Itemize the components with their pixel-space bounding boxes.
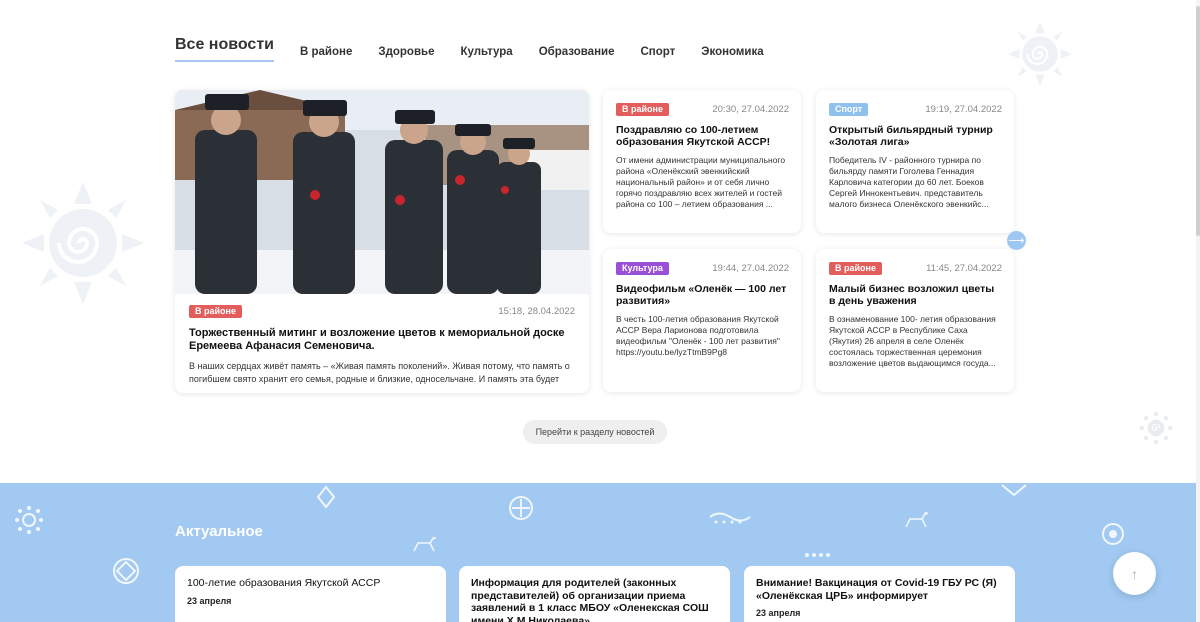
news-excerpt: Победитель IV - районного турнира по бил… [829,155,989,209]
ornament-icon [509,496,533,520]
news-card[interactable]: Спорт 19:19, 27.04.2022 Открытый бильярд… [816,90,1014,233]
scrollbar-thumb[interactable] [1196,6,1200,236]
actual-card-date: 23 апреля [187,595,232,606]
actual-card-title[interactable]: Внимание! Вакцинация от Covid-19 ГБУ РС … [756,577,1003,602]
news-date: 19:19, 27.04.2022 [925,103,1002,115]
sun-ornament-icon [1139,411,1173,445]
arrow-right-icon: ⟶ [1008,235,1025,247]
news-title[interactable]: Торжественный митинг и возложение цветов… [189,327,575,353]
news-date: 15:18, 28.04.2022 [498,305,575,317]
news-card[interactable]: В районе 11:45, 27.04.2022 Малый бизнес … [816,249,1014,392]
carousel-next-button[interactable]: ⟶ [1007,231,1026,250]
news-date: 20:30, 27.04.2022 [712,103,789,115]
featured-news-card[interactable]: В районе 15:18, 28.04.2022 Торжественный… [175,90,589,393]
tab-culture[interactable]: Культура [460,46,512,62]
ornament-icon [805,553,830,557]
ornament-icon [1102,523,1124,545]
actual-card-date: 23 апреля [756,608,801,618]
actual-card[interactable]: Внимание! Вакцинация от Covid-19 ГБУ РС … [744,566,1015,622]
scroll-to-top-button[interactable]: ↑ [1113,552,1156,595]
actual-card[interactable]: Информация для родителей (законных предс… [459,566,730,622]
news-category-tabs: Все новости В районе Здоровье Культура О… [175,36,790,62]
news-date: 19:44, 27.04.2022 [712,262,789,274]
tab-economy[interactable]: Экономика [701,46,763,62]
news-photo [175,90,589,294]
news-title[interactable]: Открытый бильярдный турнир «Золотая лига… [829,124,1002,148]
actual-card-title[interactable]: 100-летие образования Якутской АССР [187,577,434,590]
sun-ornament-icon [1008,22,1072,86]
reindeer-icon [413,536,437,552]
news-title[interactable]: Малый бизнес возложил цветы в день уваже… [829,283,1002,307]
news-card[interactable]: В районе 20:30, 27.04.2022 Поздравляю со… [603,90,801,233]
ornament-icon [316,485,336,509]
category-badge[interactable]: В районе [829,261,882,275]
news-title[interactable]: Поздравляю со 100-летием образования Яку… [616,124,789,148]
ornament-icon [113,558,139,584]
news-date: 11:45, 27.04.2022 [926,262,1002,274]
news-excerpt: В ознаменование 100- летия образования Я… [829,314,996,368]
tab-education[interactable]: Образование [539,46,615,62]
category-badge[interactable]: В районе [189,304,242,318]
tab-all-news[interactable]: Все новости [175,36,274,62]
actual-card-title[interactable]: Информация для родителей (законных предс… [471,577,718,622]
category-badge[interactable]: В районе [616,102,669,116]
go-to-news-section-button[interactable]: Перейти к разделу новостей [523,420,667,444]
actual-card[interactable]: 100-летие образования Якутской АССР 23 а… [175,566,446,622]
news-card[interactable]: Культура 19:44, 27.04.2022 Видеофильм «О… [603,249,801,392]
sun-ornament-icon [22,182,144,304]
ornament-icon [709,512,751,524]
news-excerpt: От имени администрации муниципального ра… [616,155,786,209]
reindeer-icon [905,511,929,528]
section-title: Актуальное [175,523,263,540]
arrow-up-icon: ↑ [1131,565,1138,582]
tab-health[interactable]: Здоровье [378,46,434,62]
news-excerpt: В наших сердцах живёт память – «Живая па… [189,361,570,384]
category-badge[interactable]: Спорт [829,102,869,116]
tab-sport[interactable]: Спорт [641,46,676,62]
news-title[interactable]: Видеофильм «Оленёк — 100 лет развития» [616,283,789,307]
news-excerpt: В честь 100-летия образования Якутской А… [616,314,780,357]
news-photo-image [175,90,589,294]
ornament-icon [1001,484,1027,497]
category-badge[interactable]: Культура [616,261,669,275]
actual-section: Актуальное 100-летие образования Якутско… [0,483,1196,622]
ornament-icon [15,506,43,534]
tab-district[interactable]: В районе [300,46,352,62]
